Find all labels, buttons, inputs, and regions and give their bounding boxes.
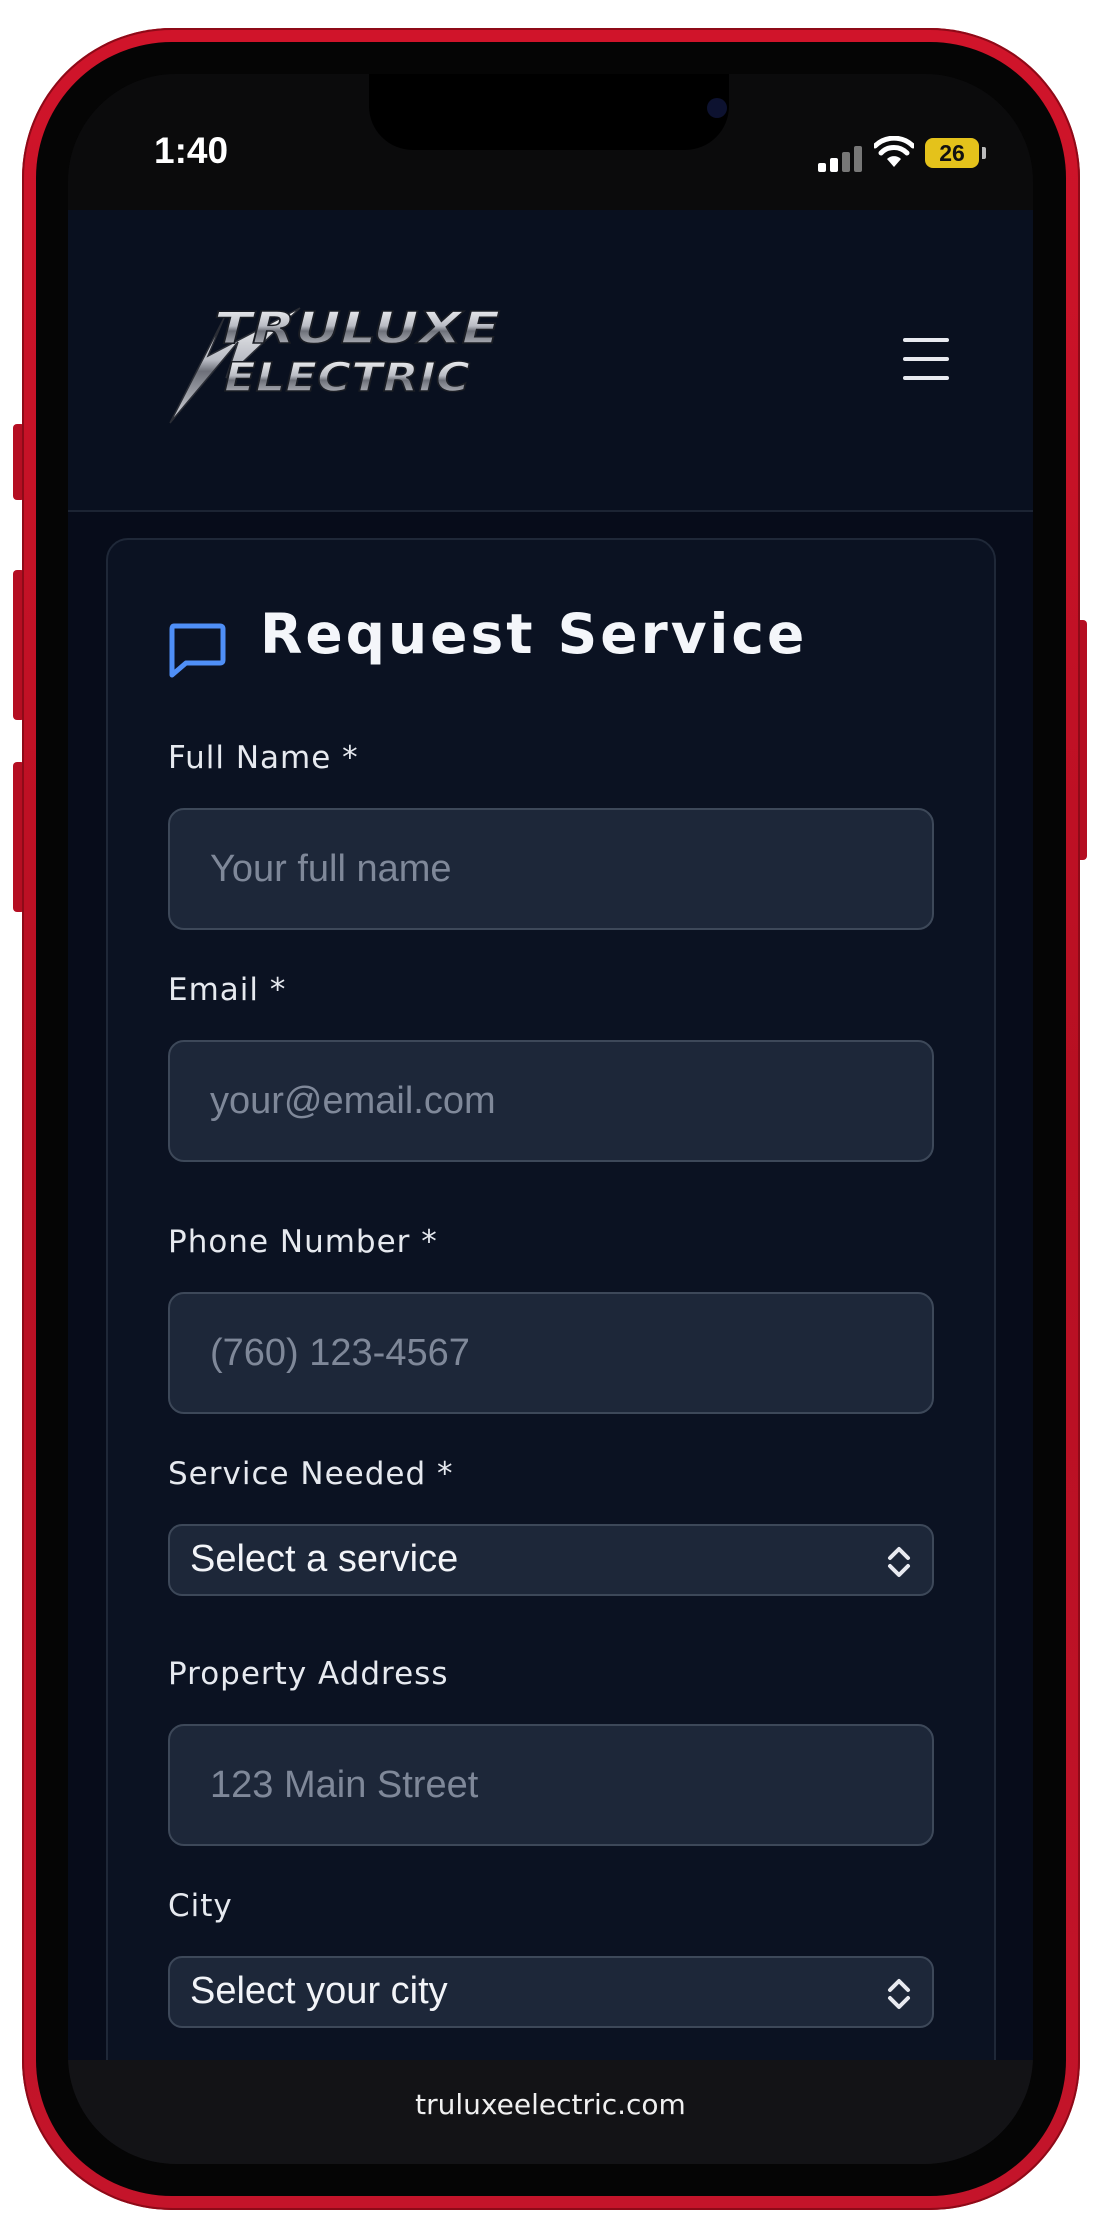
full-name-input[interactable] — [168, 808, 934, 930]
status-bar: 1:40 26 — [68, 74, 1033, 210]
email-label: Email * — [168, 972, 287, 1008]
wifi-icon — [874, 136, 914, 167]
phone-screen: 1:40 26 TRULUXE ELECTRIC Request Service… — [68, 74, 1033, 2164]
service-label: Service Needed * — [168, 1456, 454, 1492]
truluxe-electric-logo[interactable]: TRULUXE ELECTRIC — [168, 288, 508, 428]
notch — [369, 74, 729, 150]
request-service-form: Request Service Full Name * Email * Phon… — [106, 538, 996, 2142]
battery-cap — [982, 147, 986, 159]
address-label: Property Address — [168, 1656, 449, 1692]
front-camera — [707, 98, 727, 118]
chevron-up-down-icon — [888, 1547, 910, 1577]
full-name-label: Full Name * — [168, 740, 359, 776]
battery-icon: 26 — [925, 138, 979, 168]
city-label: City — [168, 1888, 233, 1924]
email-input[interactable] — [168, 1040, 934, 1162]
web-page[interactable]: TRULUXE ELECTRIC Request Service Full Na… — [68, 210, 1033, 2142]
phone-input[interactable] — [168, 1292, 934, 1414]
browser-address-bar[interactable]: truluxeelectric.com — [68, 2060, 1033, 2164]
status-time: 1:40 — [154, 130, 229, 171]
cellular-signal-icon — [818, 144, 862, 172]
logo-line-1: TRULUXE — [214, 303, 500, 354]
city-select[interactable]: Select your city — [168, 1956, 934, 2028]
city-select-value: Select your city — [190, 1970, 448, 2012]
site-header: TRULUXE ELECTRIC — [68, 210, 1033, 512]
chat-bubble-icon — [169, 623, 226, 678]
url-text[interactable]: truluxeelectric.com — [68, 2088, 1033, 2121]
phone-label: Phone Number * — [168, 1224, 438, 1260]
service-select-value: Select a service — [190, 1538, 459, 1580]
form-title: Request Service — [260, 602, 808, 666]
hamburger-menu-icon[interactable] — [903, 338, 949, 380]
service-select[interactable]: Select a service — [168, 1524, 934, 1596]
logo-line-2: ELECTRIC — [224, 355, 470, 401]
address-input[interactable] — [168, 1724, 934, 1846]
chevron-up-down-icon — [888, 1979, 910, 2009]
